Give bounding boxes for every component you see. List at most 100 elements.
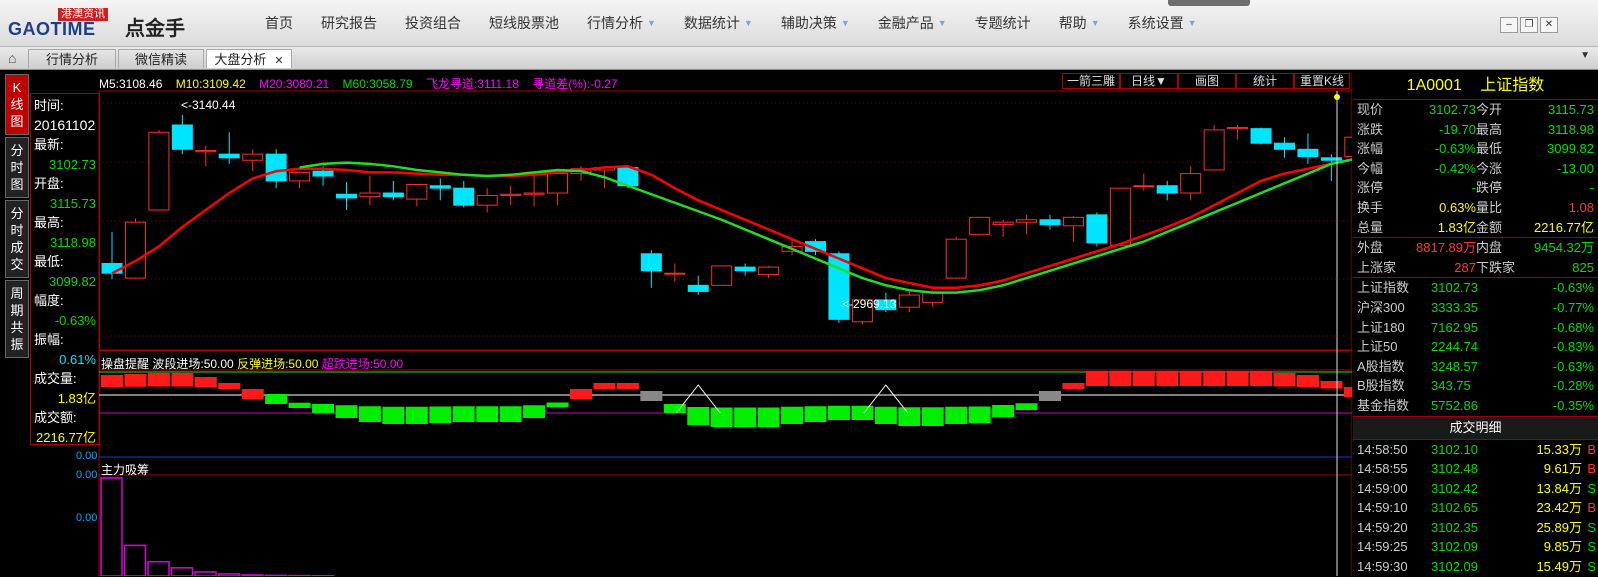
index-row[interactable]: 上证指数3102.73-0.63%: [1353, 278, 1598, 298]
candle-body: [196, 151, 216, 152]
candle-body: [688, 285, 708, 291]
crosshair-marker: [1334, 94, 1340, 100]
trade-row: 14:59:003102.4213.84万S: [1353, 479, 1598, 499]
security-name: 上证指数: [1480, 77, 1544, 94]
quote-value: 3099.82: [1547, 139, 1594, 159]
candle-body: [899, 295, 919, 307]
quote-value: -0.63%: [1435, 139, 1476, 159]
trade-side: S: [1587, 479, 1596, 499]
quote-row: 涨幅-0.63%最低3099.82: [1353, 139, 1598, 159]
quote-value: 3102.73: [1429, 100, 1476, 120]
candle-body: [1063, 217, 1083, 226]
candle-body: [946, 239, 966, 278]
signal-block: [1344, 387, 1352, 397]
close-icon[interactable]: ✕: [1540, 17, 1558, 33]
candle-body: [454, 188, 474, 205]
index-row[interactable]: A股指数3248.57-0.63%: [1353, 357, 1598, 377]
trade-side: B: [1587, 498, 1596, 518]
quote-label: 跌停: [1476, 178, 1502, 198]
candle-body: [665, 273, 685, 274]
candle-body: [1110, 188, 1130, 245]
signal-block: [640, 391, 662, 401]
index-row[interactable]: B股指数343.75-0.28%: [1353, 376, 1598, 396]
candle-body: [1345, 137, 1352, 156]
quote-label: 外盘: [1357, 238, 1383, 258]
signal-block: [476, 406, 498, 422]
signal-block: [101, 375, 123, 387]
quote-label: 最低: [1476, 139, 1502, 159]
signal-block: [1227, 371, 1249, 386]
quote-value: 9454.32万: [1534, 238, 1594, 258]
signal-block: [195, 377, 217, 388]
trade-time: 14:59:00: [1357, 479, 1408, 499]
trade-side: S: [1587, 537, 1596, 557]
signal-block: [1156, 371, 1178, 386]
quote-label: 现价: [1357, 100, 1383, 120]
trade-price: 3102.35: [1431, 518, 1478, 538]
signal-block: [1320, 381, 1342, 389]
minimize-icon[interactable]: –: [1500, 17, 1518, 33]
trade-detail-title[interactable]: 成交明细: [1353, 416, 1598, 440]
trade-vol: 15.33万: [1536, 440, 1582, 460]
signal-block: [1086, 371, 1108, 386]
quote-label: 下跌家: [1476, 258, 1515, 278]
trade-row: 14:58:503102.1015.33万B: [1353, 440, 1598, 460]
candle-body: [1157, 186, 1177, 193]
trade-row: 14:59:25 3102.09 9.85万S: [1353, 537, 1598, 557]
trade-price: 3102.09: [1431, 557, 1478, 577]
signal-block: [805, 406, 827, 422]
trade-side: B: [1587, 459, 1596, 479]
quote-label: 今幅: [1357, 159, 1383, 179]
tab-scroll-icon[interactable]: ▼: [1580, 50, 1590, 61]
index-name: 基金指数: [1357, 396, 1409, 416]
accumulation-axis-mid: 0.00: [76, 512, 97, 524]
signal-block: [312, 404, 334, 413]
index-row[interactable]: 基金指数5752.86-0.35%: [1353, 396, 1598, 416]
quote-label: 涨停: [1357, 178, 1383, 198]
quote-row: 换手0.63%量比1.08: [1353, 198, 1598, 218]
signal-block: [922, 407, 944, 426]
candle-body: [383, 193, 403, 197]
quote-row: 现价3102.73今开3115.73: [1353, 100, 1598, 120]
signal-block: [453, 406, 475, 422]
signal-block: [1203, 371, 1225, 386]
index-row[interactable]: 上证1807162.95-0.68%: [1353, 318, 1598, 338]
signal-block: [851, 406, 873, 420]
index-value: 343.75: [1431, 376, 1471, 396]
trade-time: 14:58:50: [1357, 440, 1408, 460]
index-value: 2244.74: [1431, 337, 1478, 357]
candle-body: [735, 267, 755, 271]
signal-block: [758, 408, 780, 428]
candle-body: [1228, 127, 1248, 128]
signal-block: [1297, 375, 1319, 387]
trade-side: B: [1587, 440, 1596, 460]
index-row[interactable]: 上证502244.74-0.83%: [1353, 337, 1598, 357]
signal-block: [547, 403, 569, 408]
index-name: B股指数: [1357, 376, 1405, 396]
index-name: A股指数: [1357, 357, 1405, 377]
signal-block: [828, 406, 850, 420]
quote-value: -19.70: [1439, 120, 1476, 140]
signal-block: [124, 374, 146, 387]
maximize-icon[interactable]: ❐: [1520, 17, 1538, 33]
trade-vol: 9.85万: [1544, 537, 1582, 557]
signal-block: [265, 394, 287, 404]
index-row[interactable]: 沪深3003333.35-0.77%: [1353, 298, 1598, 318]
trade-time: 14:58:55: [1357, 459, 1408, 479]
signal-block: [734, 408, 756, 428]
signal-block: [148, 373, 170, 387]
candle-body: [266, 154, 286, 181]
high-annotation: <-3140.44: [181, 98, 235, 112]
candle-body: [1321, 158, 1341, 160]
trade-time: 14:59:25: [1357, 537, 1408, 557]
quote-label: 金额: [1476, 218, 1502, 238]
kline-chart[interactable]: [0, 0, 1352, 576]
quote-panel: 1A0001 上证指数 现价3102.73今开3115.73涨跌-19.70最高…: [1353, 73, 1598, 576]
accumulation-panel-title: 主力吸筹: [101, 461, 149, 478]
trade-price: 3102.09: [1431, 537, 1478, 557]
accumulation-axis-top: 0.00: [76, 469, 97, 481]
index-value: 5752.86: [1431, 396, 1478, 416]
accumulation-bar: [195, 572, 216, 576]
signal-block: [992, 405, 1014, 417]
trade-row: 14:59:103102.6523.42万B: [1353, 498, 1598, 518]
